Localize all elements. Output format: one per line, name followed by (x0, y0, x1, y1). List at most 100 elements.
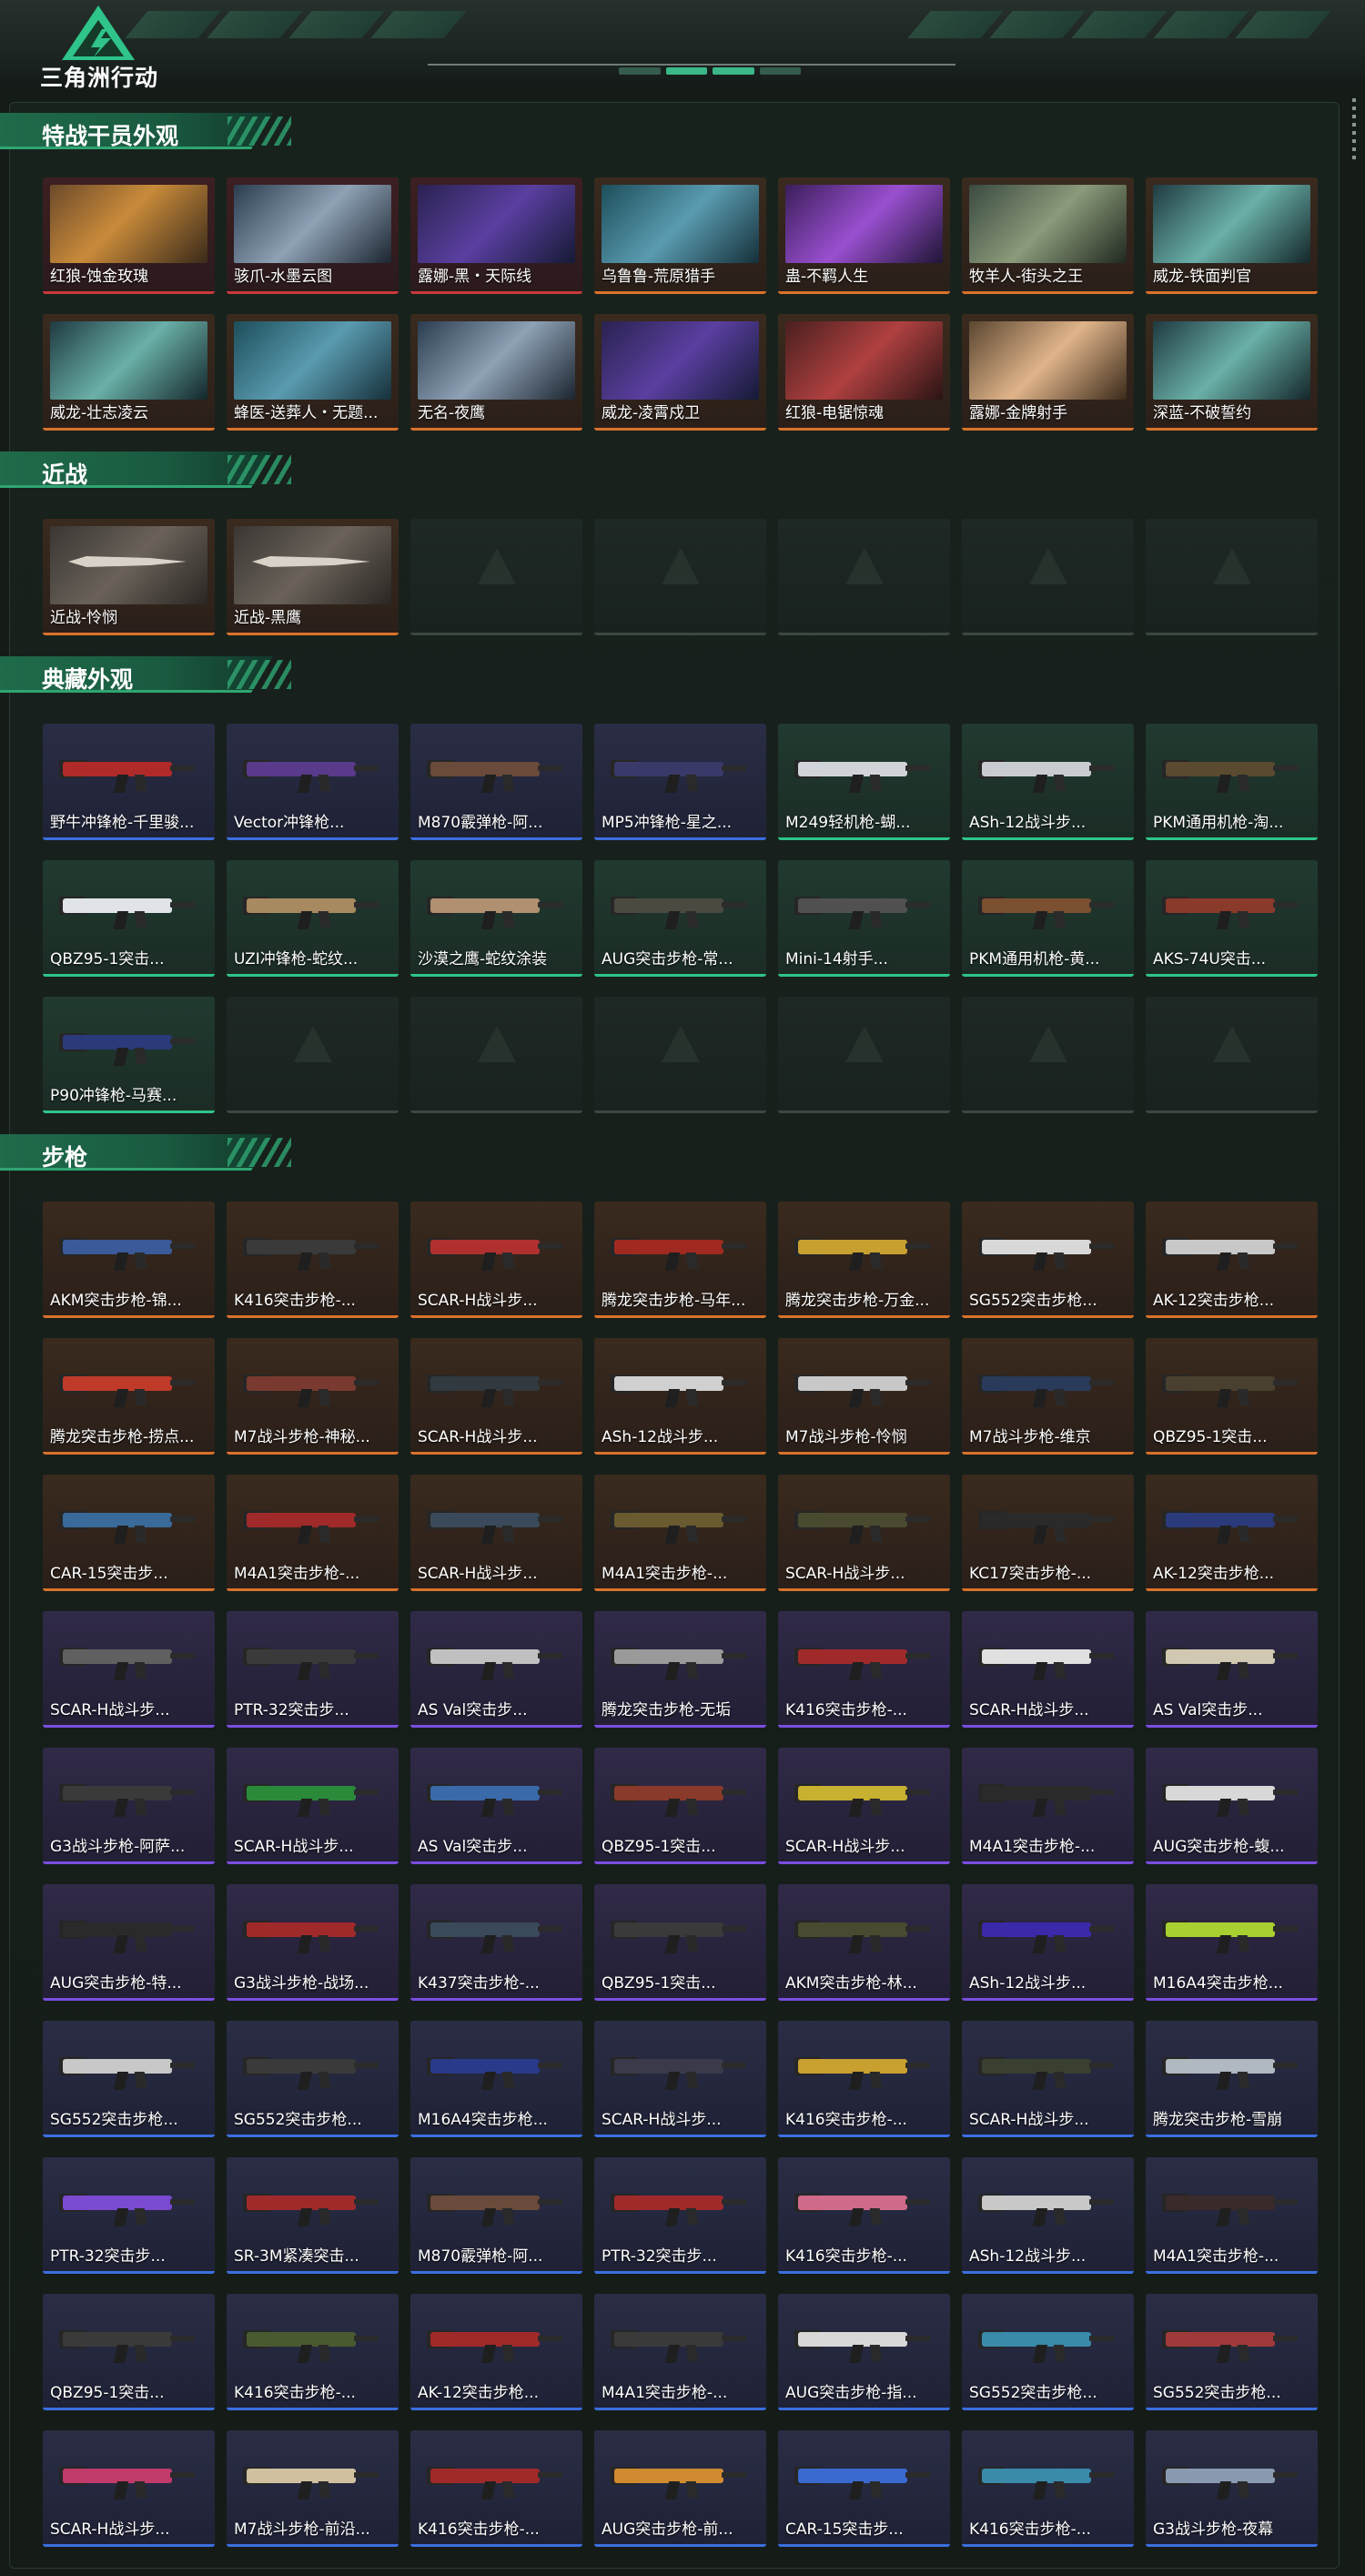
item-card[interactable]: M870霰弹枪-阿... (410, 2157, 582, 2274)
item-card[interactable]: 威龙-铁面判官 (1146, 177, 1318, 294)
item-card[interactable]: SCAR-H战斗步... (43, 1611, 215, 1728)
item-card[interactable]: 牧羊人-街头之王 (962, 177, 1134, 294)
item-card[interactable]: 沙漠之鹰-蛇纹涂装 (410, 860, 582, 977)
item-card[interactable]: SR-3M紧凑突击... (227, 2157, 399, 2274)
item-card[interactable]: M4A1突击步枪-... (594, 1475, 766, 1591)
item-card[interactable]: M7战斗步枪-神秘... (227, 1338, 399, 1455)
item-card[interactable]: SCAR-H战斗步... (962, 1611, 1134, 1728)
item-card[interactable]: M7战斗步枪-怜悯 (778, 1338, 950, 1455)
item-card[interactable]: M249轻机枪-蝴... (778, 724, 950, 840)
item-card[interactable]: 腾龙突击步枪-万金... (778, 1202, 950, 1318)
item-card[interactable]: M4A1突击步枪-... (227, 1475, 399, 1591)
item-card[interactable]: 无名-夜鹰 (410, 314, 582, 431)
item-card[interactable]: SG552突击步枪... (227, 2021, 399, 2137)
item-card[interactable]: K416突击步枪-... (962, 2430, 1134, 2547)
item-card[interactable]: SG552突击步枪... (43, 2021, 215, 2137)
item-card[interactable]: K416突击步枪-... (778, 1611, 950, 1728)
item-card[interactable]: M4A1突击步枪-... (594, 2294, 766, 2410)
item-card[interactable]: Mini-14射手... (778, 860, 950, 977)
item-card[interactable]: M16A4突击步枪... (1146, 1884, 1318, 2001)
item-card[interactable]: AK-12突击步枪... (1146, 1202, 1318, 1318)
item-card[interactable]: 露娜-金牌射手 (962, 314, 1134, 431)
item-card[interactable]: PTR-32突击步... (594, 2157, 766, 2274)
item-card[interactable]: MP5冲锋枪-星之... (594, 724, 766, 840)
item-card[interactable]: AK-12突击步枪... (1146, 1475, 1318, 1591)
item-card[interactable]: M4A1突击步枪-... (962, 1748, 1134, 1864)
item-card[interactable]: G3战斗步枪-阿萨... (43, 1748, 215, 1864)
item-card[interactable]: P90冲锋枪-马赛... (43, 997, 215, 1113)
item-card[interactable]: 腾龙突击步枪-无垢 (594, 1611, 766, 1728)
item-card[interactable]: K416突击步枪-... (410, 2430, 582, 2547)
item-card[interactable]: AK-12突击步枪... (410, 2294, 582, 2410)
item-card[interactable]: 深蓝-不破誓约 (1146, 314, 1318, 431)
item-card[interactable]: SG552突击步枪... (962, 2294, 1134, 2410)
item-card[interactable]: AUG突击步枪-指... (778, 2294, 950, 2410)
item-card[interactable]: PTR-32突击步... (227, 1611, 399, 1728)
item-card[interactable]: QBZ95-1突击... (43, 860, 215, 977)
item-card[interactable]: SCAR-H战斗步... (410, 1338, 582, 1455)
item-card[interactable]: CAR-15突击步... (778, 2430, 950, 2547)
item-card[interactable]: SCAR-H战斗步... (778, 1475, 950, 1591)
item-card[interactable]: 近战-黑鹰 (227, 519, 399, 635)
item-card[interactable]: M870霰弹枪-阿... (410, 724, 582, 840)
item-card[interactable]: SG552突击步枪... (1146, 2294, 1318, 2410)
item-card[interactable]: G3战斗步枪-夜幕 (1146, 2430, 1318, 2547)
item-card[interactable]: SCAR-H战斗步... (778, 1748, 950, 1864)
item-card[interactable]: ASh-12战斗步... (962, 724, 1134, 840)
item-card[interactable]: 威龙-凌霄戍卫 (594, 314, 766, 431)
item-card[interactable]: AKM突击步枪-林... (778, 1884, 950, 2001)
item-card[interactable]: SCAR-H战斗步... (594, 2021, 766, 2137)
item-card[interactable]: 近战-怜悯 (43, 519, 215, 635)
item-card[interactable]: CAR-15突击步... (43, 1475, 215, 1591)
item-card[interactable]: QBZ95-1突击... (594, 1884, 766, 2001)
item-card[interactable]: AS Val突击步... (410, 1748, 582, 1864)
item-card[interactable]: SCAR-H战斗步... (410, 1475, 582, 1591)
item-card[interactable]: 腾龙突击步枪-捞点... (43, 1338, 215, 1455)
item-card[interactable]: G3战斗步枪-战场... (227, 1884, 399, 2001)
item-card[interactable]: M7战斗步枪-维京 (962, 1338, 1134, 1455)
item-card[interactable]: 蜂医-送葬人・无题... (227, 314, 399, 431)
item-card[interactable]: SCAR-H战斗步... (962, 2021, 1134, 2137)
item-card[interactable]: K416突击步枪-... (778, 2157, 950, 2274)
item-card[interactable]: K416突击步枪-... (227, 2294, 399, 2410)
item-card[interactable]: QBZ95-1突击... (1146, 1338, 1318, 1455)
item-card[interactable]: 蛊-不羁人生 (778, 177, 950, 294)
item-card[interactable]: QBZ95-1突击... (43, 2294, 215, 2410)
item-card[interactable]: AKM突击步枪-锦... (43, 1202, 215, 1318)
item-card[interactable]: PTR-32突击步... (43, 2157, 215, 2274)
item-card[interactable]: 骇爪-水墨云图 (227, 177, 399, 294)
item-card[interactable]: 红狼-电锯惊魂 (778, 314, 950, 431)
item-card[interactable]: KC17突击步枪-... (962, 1475, 1134, 1591)
item-card[interactable]: K416突击步枪-... (227, 1202, 399, 1318)
item-card[interactable]: ASh-12战斗步... (962, 2157, 1134, 2274)
item-card[interactable]: AUG突击步枪-特... (43, 1884, 215, 2001)
item-card[interactable]: 红狼-蚀金玫瑰 (43, 177, 215, 294)
item-card[interactable]: 乌鲁鲁-荒原猎手 (594, 177, 766, 294)
item-card[interactable]: PKM通用机枪-黄... (962, 860, 1134, 977)
item-card[interactable]: AKS-74U突击... (1146, 860, 1318, 977)
item-card[interactable]: SCAR-H战斗步... (410, 1202, 582, 1318)
item-card[interactable]: PKM通用机枪-淘... (1146, 724, 1318, 840)
item-card[interactable]: ASh-12战斗步... (594, 1338, 766, 1455)
item-card[interactable]: 露娜-黑・天际线 (410, 177, 582, 294)
item-card[interactable]: M7战斗步枪-前沿... (227, 2430, 399, 2547)
item-card[interactable]: QBZ95-1突击... (594, 1748, 766, 1864)
item-card[interactable]: AUG突击步枪-蝮... (1146, 1748, 1318, 1864)
item-card[interactable]: K437突击步枪-... (410, 1884, 582, 2001)
scrollbar[interactable] (1352, 98, 1356, 162)
item-card[interactable]: AUG突击步枪-前... (594, 2430, 766, 2547)
item-card[interactable]: 威龙-壮志凌云 (43, 314, 215, 431)
item-card[interactable]: AS Val突击步... (410, 1611, 582, 1728)
item-card[interactable]: M16A4突击步枪... (410, 2021, 582, 2137)
item-card[interactable]: SCAR-H战斗步... (43, 2430, 215, 2547)
item-card[interactable]: Vector冲锋枪... (227, 724, 399, 840)
item-card[interactable]: 野牛冲锋枪-千里骏... (43, 724, 215, 840)
item-card[interactable]: SG552突击步枪... (962, 1202, 1134, 1318)
item-card[interactable]: 腾龙突击步枪-马年... (594, 1202, 766, 1318)
item-card[interactable]: 腾龙突击步枪-雪崩 (1146, 2021, 1318, 2137)
item-card[interactable]: SCAR-H战斗步... (227, 1748, 399, 1864)
item-card[interactable]: K416突击步枪-... (778, 2021, 950, 2137)
item-card[interactable]: AUG突击步枪-常... (594, 860, 766, 977)
item-card[interactable]: AS Val突击步... (1146, 1611, 1318, 1728)
item-card[interactable]: ASh-12战斗步... (962, 1884, 1134, 2001)
